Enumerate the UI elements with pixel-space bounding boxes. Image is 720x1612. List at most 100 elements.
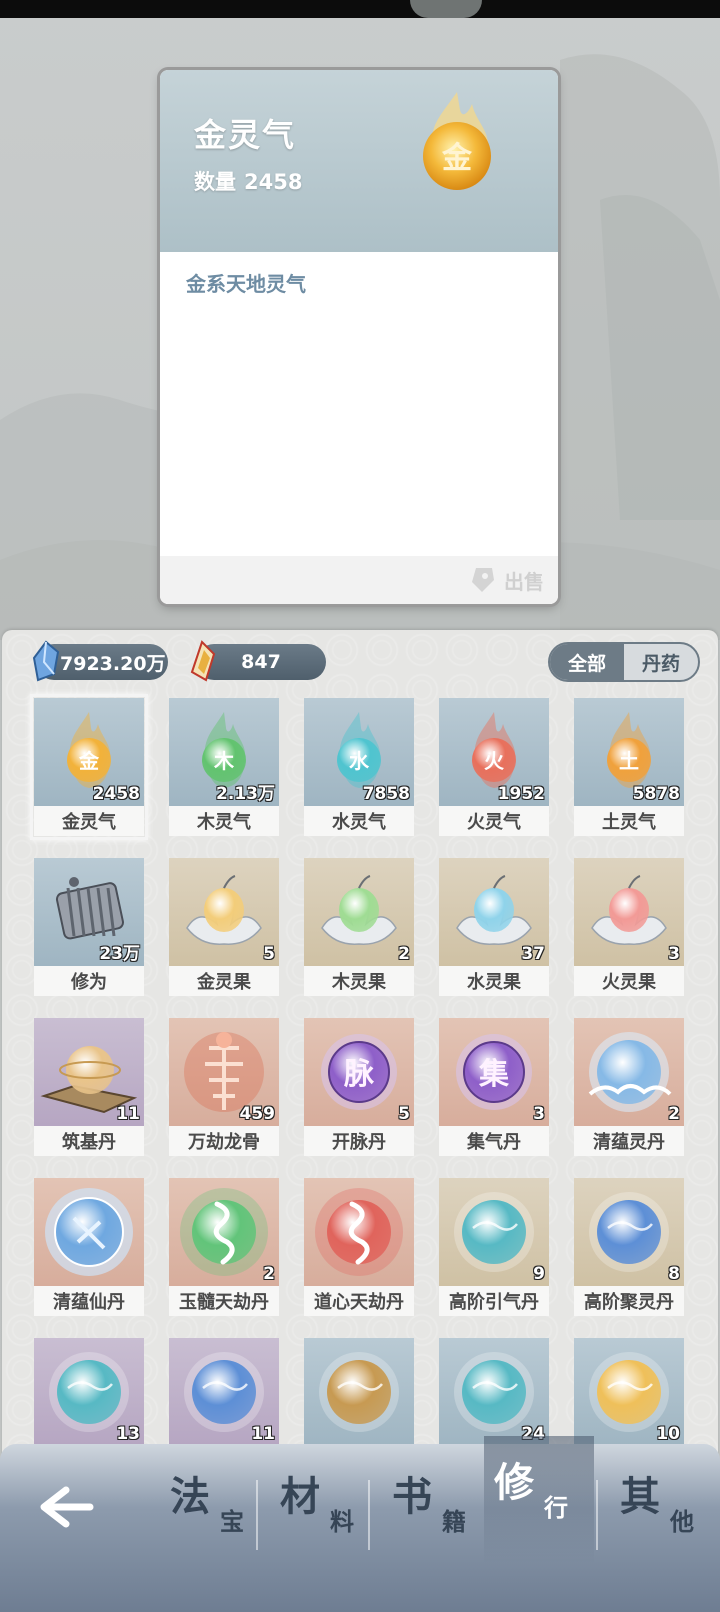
top-bar (0, 0, 720, 18)
item-label: 筑基丹 (34, 1126, 144, 1156)
item-count: 3 (668, 944, 680, 964)
inventory-item[interactable]: 3 火灵果 (574, 858, 684, 996)
inventory-item[interactable]: 2 木灵果 (304, 858, 414, 996)
inventory-item[interactable]: 2 清蕴灵丹 (574, 1018, 684, 1156)
inventory-item[interactable]: 37 水灵果 (439, 858, 549, 996)
item-count: 9 (533, 1264, 545, 1284)
inventory-item[interactable]: 集 3 集气丹 (439, 1018, 549, 1156)
item-label: 火灵气 (439, 806, 549, 836)
item-count: 13 (116, 1424, 140, 1444)
inventory-item[interactable]: 23万 修为 (34, 858, 144, 996)
sell-button[interactable]: 出售 (470, 564, 544, 596)
item-icon-frame: 2 (574, 1018, 684, 1126)
nav-divider (256, 1480, 258, 1550)
tab-books[interactable]: 书 籍 (382, 1464, 492, 1564)
back-arrow-icon[interactable] (34, 1482, 98, 1532)
inventory-item[interactable]: 11 筑基丹 (34, 1018, 144, 1156)
spirit-stone-icon (32, 640, 60, 682)
item-label: 高阶聚灵丹 (574, 1286, 684, 1316)
svg-text:集: 集 (478, 1057, 510, 1092)
tab-main-label: 其 (620, 1473, 660, 1520)
item-icon-frame: 水 7858 (304, 698, 414, 806)
inventory-item[interactable]: 火 1952 火灵气 (439, 698, 549, 836)
quantity-value: 2458 (244, 170, 303, 194)
item-icon-frame: 3 (574, 858, 684, 966)
tab-sub-label: 料 (330, 1507, 354, 1536)
item-count: 2.13万 (216, 784, 275, 804)
inventory-item[interactable]: 脉 5 开脉丹 (304, 1018, 414, 1156)
detail-quantity: 数量 2458 (194, 166, 302, 196)
item-label: 道心天劫丹 (304, 1286, 414, 1316)
tab-sub-label: 籍 (442, 1507, 466, 1536)
spirit-stone-amount: 7923.20万 (60, 652, 166, 675)
orb-icon: 金 (67, 712, 111, 788)
tab-magic-treasure[interactable]: 法 宝 (160, 1464, 270, 1564)
item-icon-frame: 459 (169, 1018, 279, 1126)
inventory-item[interactable]: 459 万劫龙骨 (169, 1018, 279, 1156)
category-filter: 全部 丹药 (548, 642, 700, 682)
item-label: 水灵气 (304, 806, 414, 836)
inventory-item[interactable]: 金 2458 金灵气 (30, 694, 148, 840)
tab-main-label: 法 (170, 1473, 210, 1520)
item-icon-frame: 10 (574, 1338, 684, 1446)
item-label: 木灵果 (304, 966, 414, 996)
filter-pills-button[interactable]: 丹药 (624, 644, 698, 680)
inventory-item[interactable]: 8 高阶聚灵丹 (574, 1178, 684, 1316)
inventory-item[interactable]: 土 5878 土灵气 (574, 698, 684, 836)
tab-sub-label: 宝 (220, 1507, 244, 1536)
item-count: 2 (668, 1104, 680, 1124)
item-label: 土灵气 (574, 806, 684, 836)
inventory-item[interactable]: 清蕴仙丹 (34, 1178, 144, 1316)
item-count: 7858 (362, 784, 410, 804)
inventory-item[interactable]: 道心天劫丹 (304, 1178, 414, 1316)
item-icon-frame: 脉5 (304, 1018, 414, 1126)
inventory-item[interactable]: 5 金灵果 (169, 858, 279, 996)
item-icon-frame: 2 (304, 858, 414, 966)
item-label: 水灵果 (439, 966, 549, 996)
item-icon-frame (34, 1178, 144, 1286)
spirit-stone-counter: 7923.20万 (32, 640, 168, 682)
svg-text:木: 木 (213, 749, 235, 773)
svg-text:金: 金 (78, 749, 100, 773)
item-icon-frame: 8 (574, 1178, 684, 1286)
filter-all-button[interactable]: 全部 (550, 644, 624, 680)
sell-label: 出售 (504, 569, 544, 594)
item-icon-frame: 9 (439, 1178, 549, 1286)
item-count: 3 (533, 1104, 545, 1124)
item-label: 火灵果 (574, 966, 684, 996)
quantity-label: 数量 (194, 170, 236, 194)
item-icon-frame: 37 (439, 858, 549, 966)
orb-glyph: 金 (441, 141, 473, 176)
seal-orb-icon (45, 1188, 133, 1276)
item-count: 2458 (92, 784, 140, 804)
svg-text:土: 土 (619, 749, 639, 773)
item-count: 5 (398, 1104, 410, 1124)
item-icon-frame: 集3 (439, 1018, 549, 1126)
item-count: 23万 (99, 944, 140, 964)
item-label: 玉髓天劫丹 (169, 1286, 279, 1316)
item-label: 清蕴灵丹 (574, 1126, 684, 1156)
item-count: 2 (263, 1264, 275, 1284)
svg-text:火: 火 (484, 749, 505, 773)
tab-sub-label: 行 (544, 1493, 568, 1522)
item-icon-frame: 11 (34, 1018, 144, 1126)
item-label: 金灵气 (34, 806, 144, 836)
gold-spirit-orb-icon: 金 (423, 92, 491, 190)
item-icon-frame: 木 2.13万 (169, 698, 279, 806)
inventory-item[interactable]: 木 2.13万 木灵气 (169, 698, 279, 836)
item-icon-frame: 5 (169, 858, 279, 966)
pill-icon (319, 1352, 399, 1432)
item-icon-frame: 11 (169, 1338, 279, 1446)
avatar (410, 0, 482, 18)
inventory-item[interactable]: 9 高阶引气丹 (439, 1178, 549, 1316)
nav-divider (368, 1480, 370, 1550)
inventory-item[interactable]: 水 7858 水灵气 (304, 698, 414, 836)
tab-other[interactable]: 其 他 (610, 1464, 720, 1564)
item-icon-frame: 2 (169, 1178, 279, 1286)
nav-divider (596, 1480, 598, 1550)
tab-materials[interactable]: 材 料 (270, 1464, 380, 1564)
tab-cultivation[interactable]: 修 行 (484, 1436, 594, 1564)
item-label: 修为 (34, 966, 144, 996)
item-count: 2 (398, 944, 410, 964)
inventory-item[interactable]: 2 玉髓天劫丹 (169, 1178, 279, 1316)
